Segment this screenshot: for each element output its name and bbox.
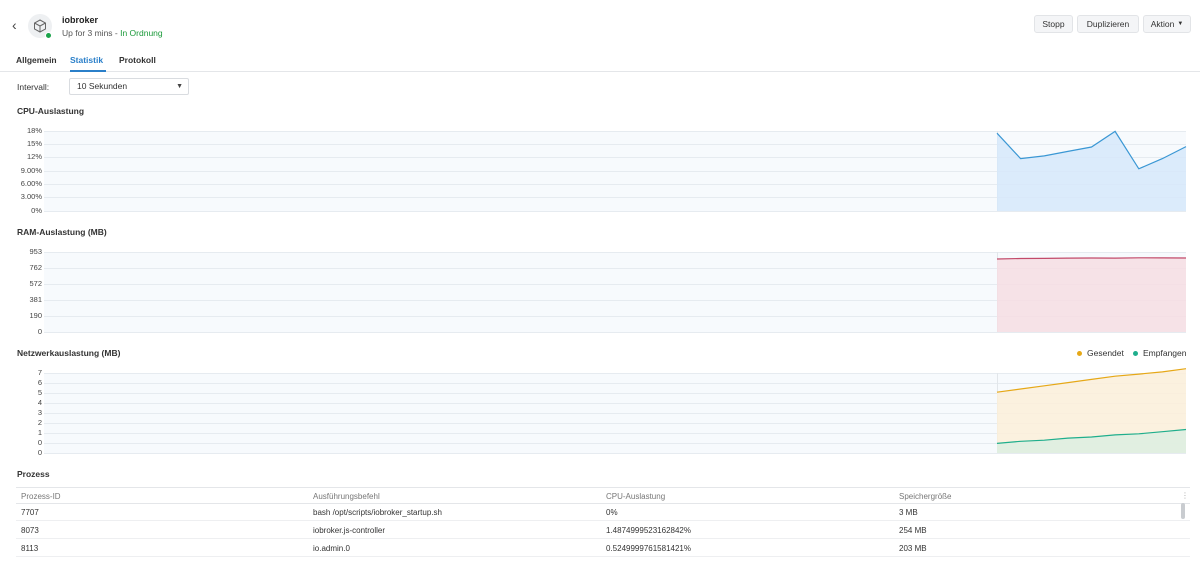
table-row[interactable]: 7707 bash /opt/scripts/iobroker_startup.… — [16, 504, 1190, 521]
cell-memory: 203 MB — [899, 544, 927, 553]
network-y-tick-label: 5 — [37, 388, 42, 397]
cpu-y-tick-label: 3.00% — [20, 192, 42, 201]
network-chart — [44, 368, 1187, 454]
cpu-chart — [44, 130, 1187, 212]
table-scrollbar[interactable] — [1181, 503, 1185, 519]
ram-y-tick-label: 762 — [29, 263, 42, 272]
ram-y-tick-label: 190 — [29, 311, 42, 320]
header-cpu[interactable]: CPU-Auslastung — [606, 492, 665, 501]
network-y-tick-label: 3 — [37, 408, 42, 417]
ram-chart — [44, 252, 1187, 333]
cell-memory: 254 MB — [899, 526, 927, 535]
network-y-tick-label: 0 — [37, 448, 42, 457]
ram-y-tick-label: 572 — [29, 279, 42, 288]
cpu-y-tick-label: 0% — [31, 206, 42, 215]
cell-memory: 3 MB — [899, 508, 918, 517]
cpu-y-tick-label: 6.00% — [20, 179, 42, 188]
cpu-y-tick-label: 9.00% — [20, 166, 42, 175]
charts-canvas — [44, 130, 1187, 454]
ram-series-area — [997, 257, 1186, 332]
table-row[interactable]: 8113 io.admin.0 0.5249999761581421% 203 … — [16, 540, 1190, 557]
column-settings-icon[interactable]: ⋮ — [1181, 491, 1189, 500]
network-y-tick-label: 6 — [37, 378, 42, 387]
cell-process-id: 7707 — [21, 508, 39, 517]
cell-command: iobroker.js-controller — [313, 526, 386, 535]
cell-cpu: 0% — [606, 508, 618, 517]
cpu-y-tick-label: 15% — [26, 139, 42, 148]
table-row[interactable]: 8073 iobroker.js-controller 1.4874999523… — [16, 522, 1190, 539]
cell-process-id: 8113 — [21, 544, 39, 553]
header-process-id[interactable]: Prozess-ID — [21, 492, 61, 501]
cell-command: io.admin.0 — [313, 544, 350, 553]
network-y-tick-label: 1 — [37, 428, 42, 437]
network-y-tick-label: 7 — [37, 368, 42, 377]
cpu-y-tick-label: 12% — [26, 152, 42, 161]
ram-y-tick-label: 953 — [29, 247, 42, 256]
ram-y-tick-label: 381 — [29, 295, 42, 304]
cell-cpu: 1.4874999523162842% — [606, 526, 691, 535]
header-command[interactable]: Ausführungsbefehl — [313, 492, 380, 501]
network-y-tick-label: 4 — [37, 398, 42, 407]
cpu-y-tick-label: 18% — [26, 126, 42, 135]
cell-command: bash /opt/scripts/iobroker_startup.sh — [313, 508, 442, 517]
cell-cpu: 0.5249999761581421% — [606, 544, 691, 553]
cell-process-id: 8073 — [21, 526, 39, 535]
table-header: Prozess-ID Ausführungsbefehl CPU-Auslast… — [16, 487, 1190, 504]
header-memory[interactable]: Speichergröße — [899, 492, 951, 501]
ram-y-tick-label: 0 — [37, 327, 42, 336]
network-y-tick-label: 0 — [37, 438, 42, 447]
network-y-tick-label: 2 — [37, 418, 42, 427]
